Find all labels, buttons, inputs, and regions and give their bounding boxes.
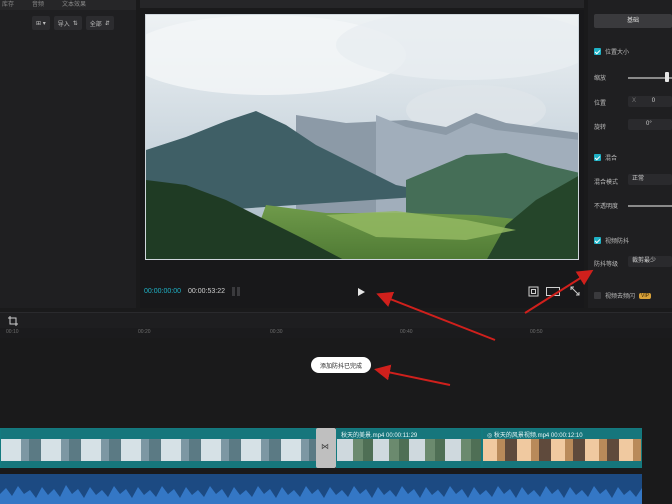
arrow-to-play	[376, 291, 496, 341]
arrow-to-stabilize	[524, 269, 594, 314]
annotation-arrows	[374, 269, 594, 386]
arrow-to-toast	[374, 364, 451, 386]
